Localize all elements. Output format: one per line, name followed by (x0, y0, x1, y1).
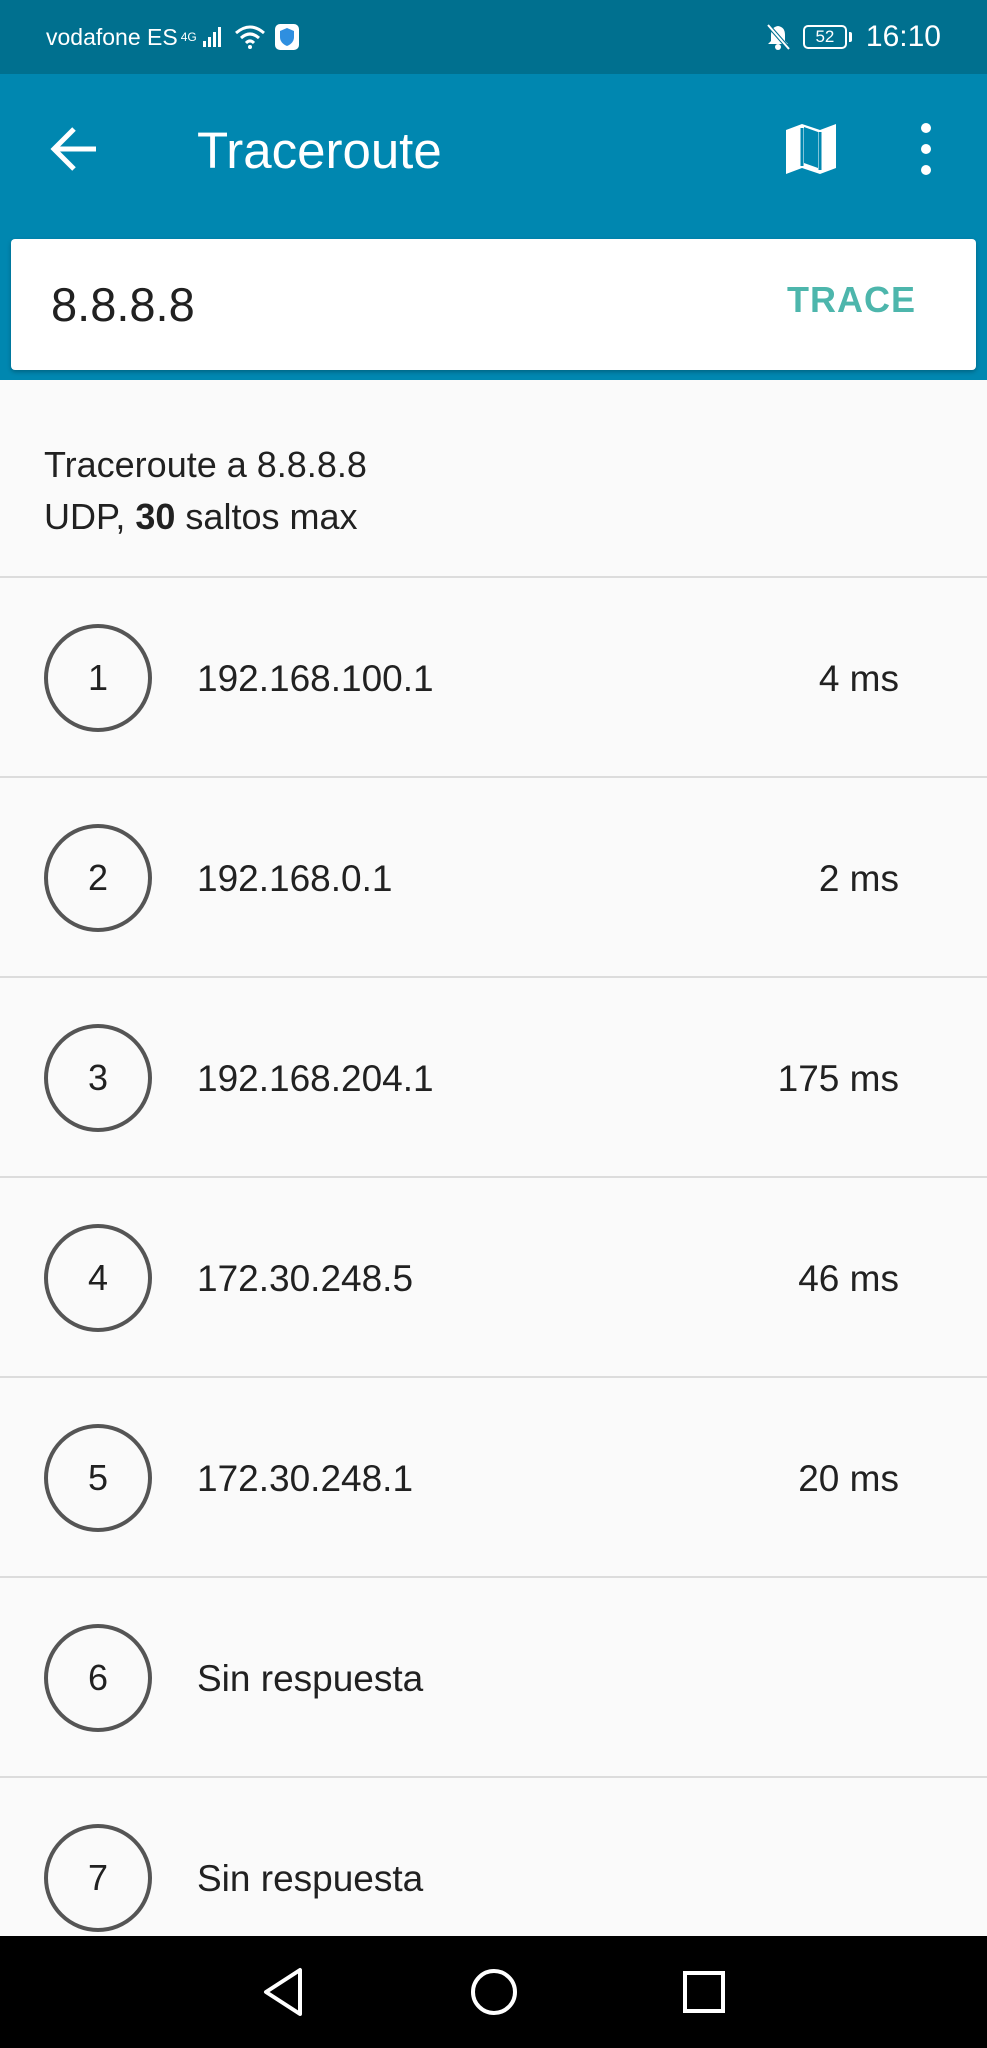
network-type: 4G (180, 29, 197, 44)
hop-row[interactable]: 3 192.168.204.1 175 ms (0, 978, 987, 1178)
query-card: TRACE (11, 239, 976, 370)
battery-tip (848, 32, 852, 42)
hop-time: 4 ms (818, 658, 899, 699)
hop-host: 192.168.0.1 (197, 858, 393, 899)
nav-back-icon[interactable] (258, 1964, 310, 2020)
page-title: Traceroute (197, 122, 442, 179)
hop-row[interactable]: 4 172.30.248.5 46 ms (0, 1178, 987, 1378)
app-bar: Traceroute (0, 74, 987, 234)
hop-number: 7 (44, 1824, 152, 1932)
hop-host: 192.168.100.1 (197, 658, 434, 699)
summary-details: UDP, 30 saltos max (44, 496, 357, 538)
more-options-icon[interactable] (905, 118, 947, 180)
nav-home-icon[interactable] (468, 1964, 520, 2020)
hop-row[interactable]: 6 Sin respuesta (0, 1578, 987, 1778)
trace-summary: Traceroute a 8.8.8.8 UDP, 30 saltos max (0, 380, 987, 578)
status-bar: vodafone ES 4G 52 16:10 (0, 0, 987, 74)
carrier-name: vodafone ES (46, 23, 178, 50)
hop-number: 5 (44, 1424, 152, 1532)
map-icon[interactable] (780, 118, 842, 180)
hop-row[interactable]: 1 192.168.100.1 4 ms (0, 578, 987, 778)
hop-row[interactable]: 2 192.168.0.1 2 ms (0, 778, 987, 978)
nav-recents-icon[interactable] (678, 1964, 730, 2020)
summary-title: Traceroute a 8.8.8.8 (44, 444, 367, 485)
hop-time: 20 ms (798, 1458, 899, 1499)
summary-max-hops: 30 (135, 496, 176, 537)
trace-button[interactable]: TRACE (787, 279, 916, 321)
hop-number: 3 (44, 1024, 152, 1132)
status-left: vodafone ES 4G (46, 23, 300, 51)
hop-number: 1 (44, 624, 152, 732)
hop-number: 6 (44, 1624, 152, 1732)
hop-row[interactable]: 5 172.30.248.1 20 ms (0, 1378, 987, 1578)
shield-icon (274, 24, 299, 50)
query-band: TRACE (0, 234, 987, 380)
hop-list: 1 192.168.100.1 4 ms 2 192.168.0.1 2 ms … (0, 578, 987, 1978)
bell-muted-icon (766, 23, 791, 51)
signal-icon (202, 27, 221, 47)
hop-host: 172.30.248.1 (197, 1458, 414, 1499)
wifi-icon (234, 25, 265, 49)
summary-max-hops-suffix: saltos max (175, 496, 358, 537)
battery-indicator: 52 (802, 25, 852, 49)
hop-time: 46 ms (798, 1258, 899, 1299)
hop-time: 175 ms (777, 1058, 899, 1099)
hop-number: 4 (44, 1224, 152, 1332)
status-right: 52 16:10 (765, 20, 941, 54)
host-input[interactable] (51, 271, 651, 337)
hop-time: 2 ms (818, 858, 899, 899)
hop-host: Sin respuesta (197, 1858, 424, 1899)
hop-host: 172.30.248.5 (197, 1258, 414, 1299)
summary-protocol: UDP, (44, 496, 136, 537)
battery-level: 52 (802, 25, 847, 49)
system-nav-bar (0, 1936, 987, 2048)
hop-host: 192.168.204.1 (197, 1058, 434, 1099)
back-arrow-icon[interactable] (48, 122, 102, 176)
hop-number: 2 (44, 824, 152, 932)
clock: 16:10 (865, 20, 941, 53)
hop-host: Sin respuesta (197, 1658, 424, 1699)
